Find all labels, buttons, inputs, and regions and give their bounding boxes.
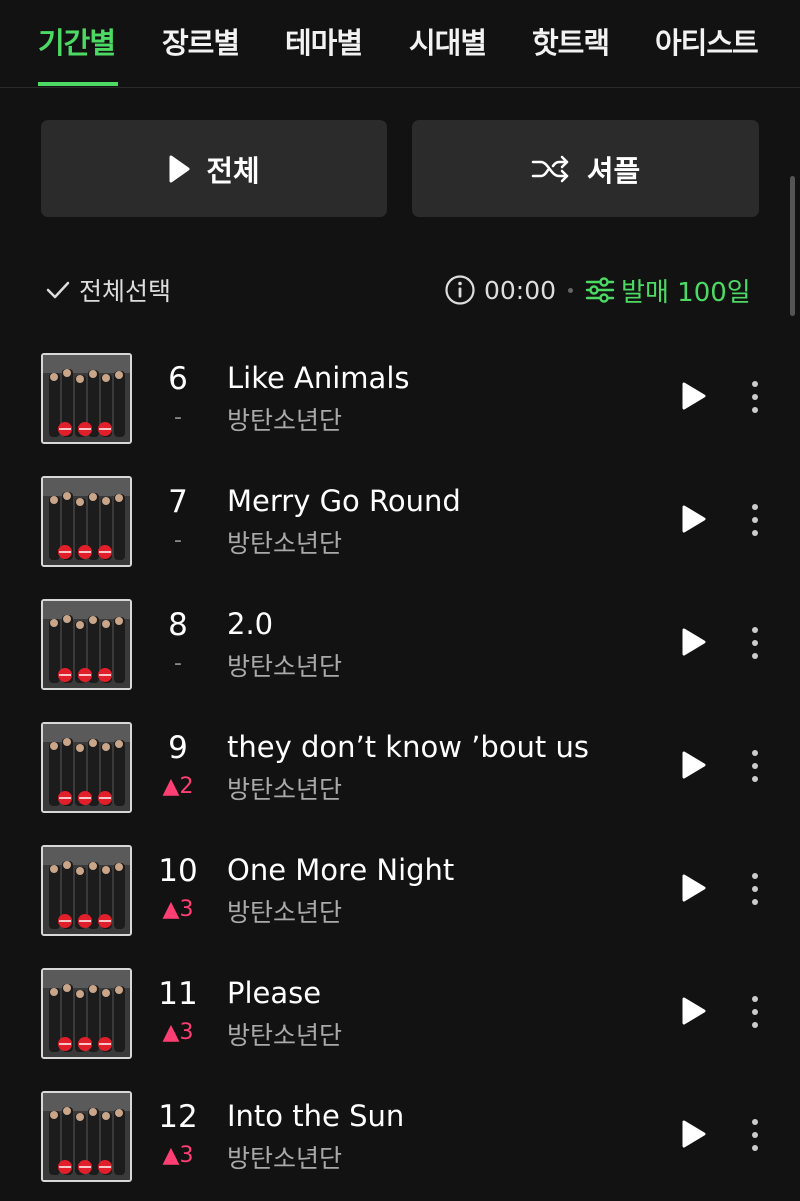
track-title[interactable]: One More Night xyxy=(227,853,454,887)
track-rank: 6 xyxy=(168,361,188,397)
track-artist[interactable]: 방탄소년단 xyxy=(227,1139,342,1175)
sliders-icon xyxy=(585,277,615,303)
info-icon[interactable] xyxy=(444,274,476,306)
tab-genre[interactable]: 장르별 xyxy=(162,20,240,62)
tab-artist[interactable]: 아티스트 xyxy=(655,20,759,62)
track-artist[interactable]: 방탄소년단 xyxy=(227,524,342,560)
playlist-meta: 00:00 발매 100일 xyxy=(444,268,751,312)
separator-dot xyxy=(568,287,574,293)
album-cover xyxy=(41,476,132,567)
play-all-label: 전체 xyxy=(206,153,260,188)
more-vertical-icon[interactable] xyxy=(746,994,764,1030)
play-icon[interactable] xyxy=(678,873,708,903)
track-artist[interactable]: 방탄소년단 xyxy=(227,770,342,806)
more-vertical-icon[interactable] xyxy=(746,625,764,661)
track-artist[interactable]: 방탄소년단 xyxy=(227,893,342,929)
release-filter-button[interactable]: 발매 100일 xyxy=(585,272,751,309)
play-icon[interactable] xyxy=(678,750,708,780)
rank-change: ▲2 xyxy=(162,774,194,799)
play-all-button[interactable]: 전체 xyxy=(41,120,387,217)
play-icon xyxy=(169,155,190,182)
rank-change: ▲3 xyxy=(162,1143,194,1168)
track-rank: 7 xyxy=(168,484,188,520)
track-row[interactable]: 8 - 2.0 방탄소년단 xyxy=(0,599,800,709)
album-cover xyxy=(41,722,132,813)
more-vertical-icon[interactable] xyxy=(746,871,764,907)
track-rank: 11 xyxy=(158,976,198,1012)
select-all-label: 전체선택 xyxy=(79,277,172,306)
track-title[interactable]: Merry Go Round xyxy=(227,484,461,518)
more-vertical-icon[interactable] xyxy=(746,748,764,784)
shuffle-button[interactable]: 셔플 xyxy=(412,120,759,217)
play-icon[interactable] xyxy=(678,1119,708,1149)
track-artist[interactable]: 방탄소년단 xyxy=(227,647,342,683)
track-title[interactable]: they don’t know ’bout us xyxy=(227,730,589,764)
tab-era[interactable]: 시대별 xyxy=(409,20,487,62)
play-icon[interactable] xyxy=(678,504,708,534)
album-cover xyxy=(41,1091,132,1182)
track-title[interactable]: Into the Sun xyxy=(227,1099,404,1133)
category-tabs: 기간별 장르별 테마별 시대별 핫트랙 아티스트 xyxy=(0,0,800,88)
album-cover xyxy=(41,968,132,1059)
rank-change: - xyxy=(174,405,182,430)
more-vertical-icon[interactable] xyxy=(746,379,764,415)
track-row[interactable]: 9 ▲2 they don’t know ’bout us 방탄소년단 xyxy=(0,722,800,832)
track-title[interactable]: 2.0 xyxy=(227,607,273,641)
active-tab-indicator xyxy=(38,82,118,86)
track-row[interactable]: 11 ▲3 Please 방탄소년단 xyxy=(0,968,800,1078)
track-title[interactable]: Like Animals xyxy=(227,361,410,395)
track-row[interactable]: 10 ▲3 One More Night 방탄소년단 xyxy=(0,845,800,955)
select-all-toggle[interactable]: 전체선택 xyxy=(45,268,171,312)
more-vertical-icon[interactable] xyxy=(746,1117,764,1153)
track-rank: 9 xyxy=(168,730,188,766)
play-icon[interactable] xyxy=(678,996,708,1026)
more-vertical-icon[interactable] xyxy=(746,502,764,538)
check-icon xyxy=(46,281,70,299)
track-artist[interactable]: 방탄소년단 xyxy=(227,1016,342,1052)
rank-change: - xyxy=(174,651,182,676)
scrollbar[interactable] xyxy=(790,176,795,316)
track-row[interactable]: 6 - Like Animals 방탄소년단 xyxy=(0,353,800,463)
release-filter-label: 발매 100일 xyxy=(621,277,751,308)
shuffle-label: 셔플 xyxy=(586,153,641,188)
rank-change: ▲3 xyxy=(162,1020,194,1045)
track-title[interactable]: Please xyxy=(227,976,321,1010)
track-rank: 8 xyxy=(168,607,188,643)
rank-change: ▲3 xyxy=(162,897,194,922)
play-icon[interactable] xyxy=(678,627,708,657)
play-icon[interactable] xyxy=(678,381,708,411)
track-artist[interactable]: 방탄소년단 xyxy=(227,401,342,437)
rank-change: - xyxy=(174,528,182,553)
track-row[interactable]: 7 - Merry Go Round 방탄소년단 xyxy=(0,476,800,586)
total-duration: 00:00 xyxy=(484,275,557,305)
tab-theme[interactable]: 테마별 xyxy=(285,20,363,62)
album-cover xyxy=(41,845,132,936)
track-rank: 12 xyxy=(158,1099,198,1135)
track-rank: 10 xyxy=(158,853,198,889)
album-cover xyxy=(41,353,132,444)
album-cover xyxy=(41,599,132,690)
tab-period[interactable]: 기간별 xyxy=(38,20,116,62)
shuffle-icon xyxy=(531,155,569,182)
track-row[interactable]: 12 ▲3 Into the Sun 방탄소년단 xyxy=(0,1091,800,1201)
tab-hot-track[interactable]: 핫트랙 xyxy=(532,20,610,62)
